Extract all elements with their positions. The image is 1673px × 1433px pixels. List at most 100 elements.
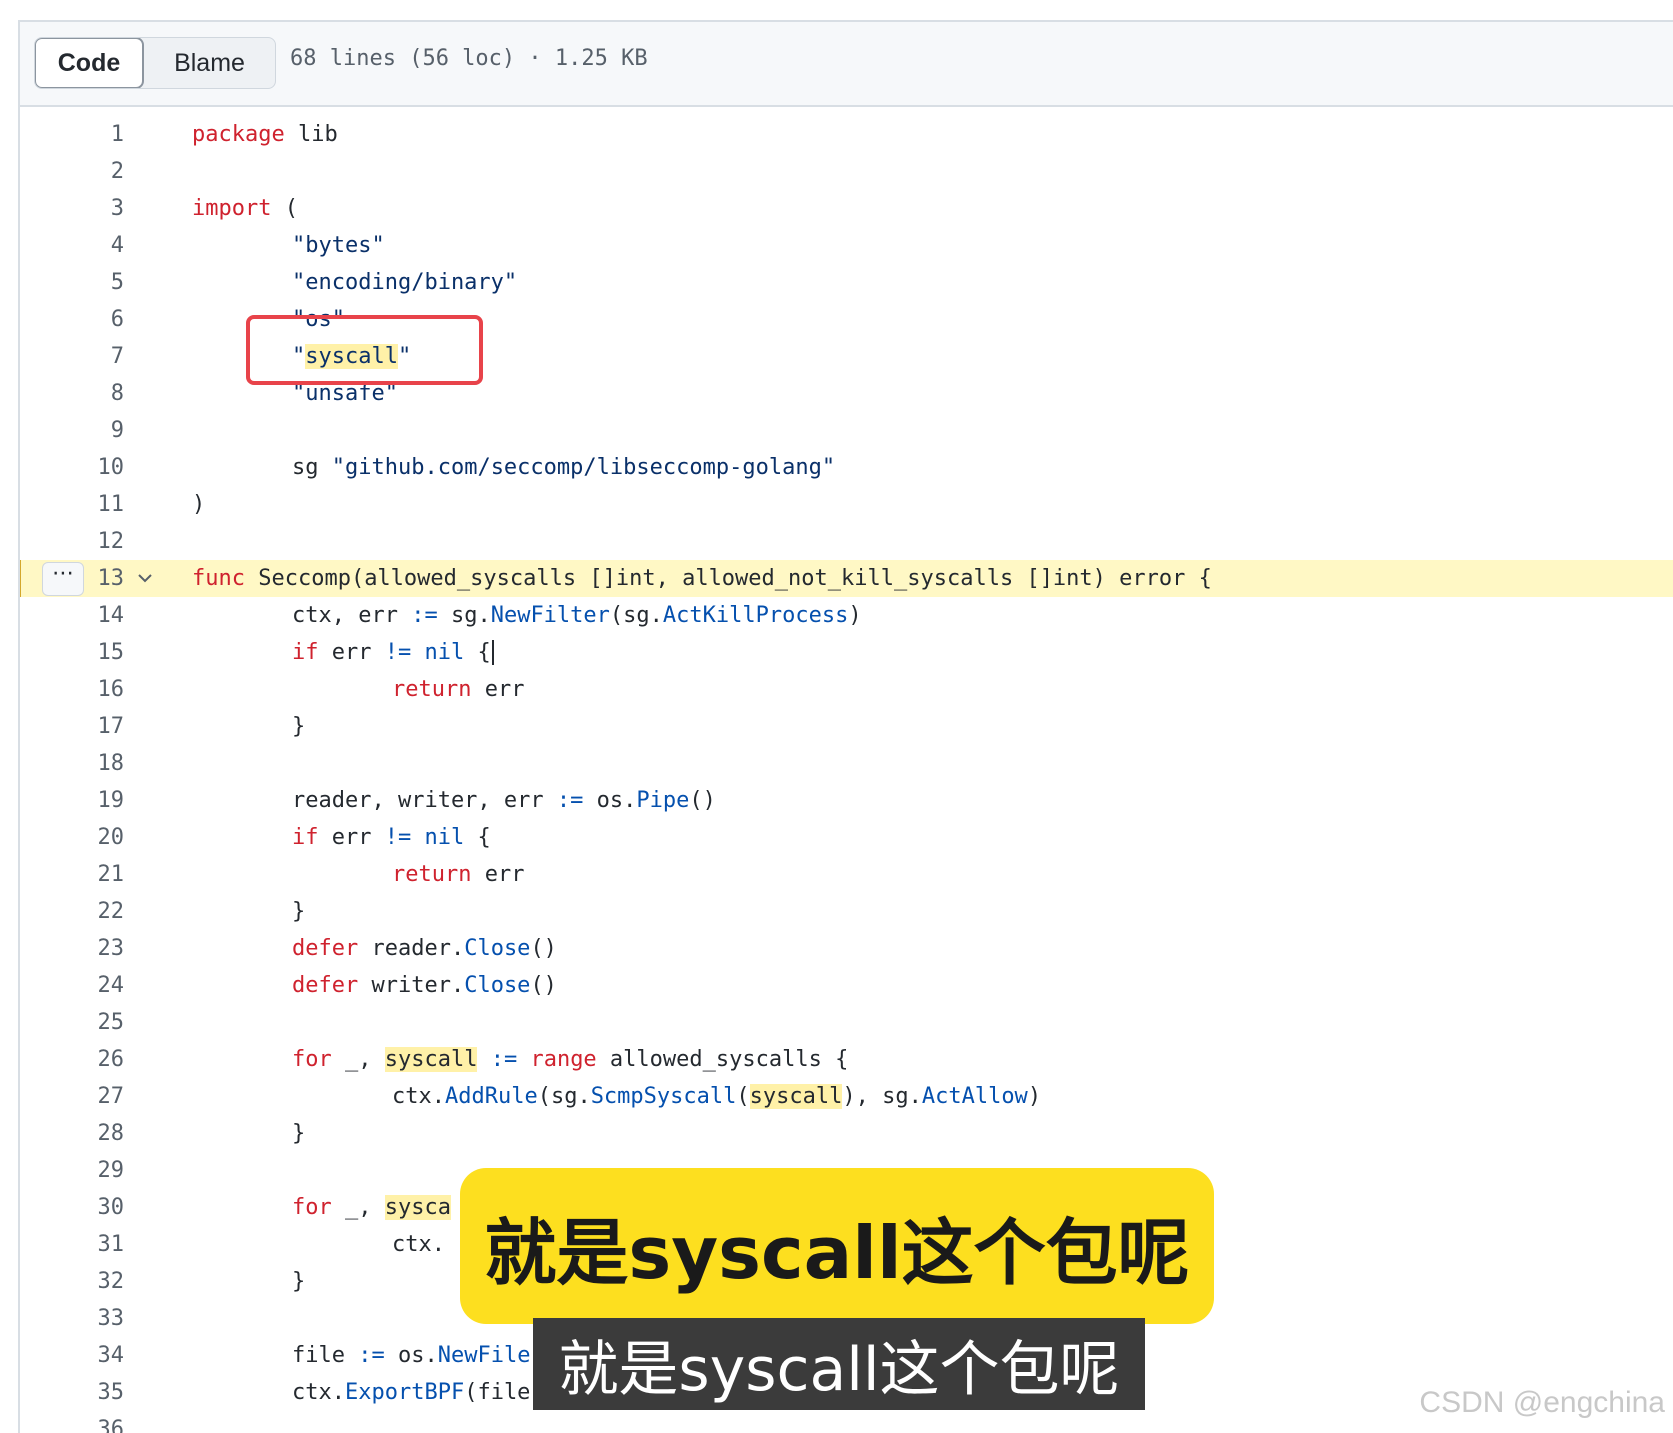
line-number[interactable]: 20	[60, 819, 125, 856]
code-token: ()	[530, 936, 557, 961]
code-line: 26 for _, syscall := range allowed_syscal…	[20, 1041, 1673, 1078]
code-line: 21 return err	[20, 856, 1673, 893]
code-token: os.	[384, 1343, 438, 1368]
code-text: reader, writer, err := os.Pipe()	[292, 782, 716, 819]
line-number[interactable]: 33	[60, 1300, 125, 1337]
code-token: (sg.	[537, 1084, 591, 1109]
line-number[interactable]: 11	[60, 486, 125, 523]
code-token: }	[292, 1269, 306, 1294]
code-text: return err	[392, 671, 524, 708]
code-token: _,	[331, 1195, 385, 1220]
code-token: ), sg.	[842, 1084, 922, 1109]
code-text: "encoding/binary"	[292, 264, 517, 301]
code-line: 17}	[20, 708, 1673, 745]
line-number[interactable]: 21	[60, 856, 125, 893]
line-number[interactable]: 5	[60, 264, 124, 301]
code-token: defer	[292, 973, 359, 998]
line-number[interactable]: 24	[60, 967, 125, 1004]
line-number[interactable]: 35	[60, 1374, 125, 1411]
line-number[interactable]: 3	[60, 190, 124, 227]
line-number[interactable]: 29	[60, 1152, 125, 1189]
file-toolbar: Code Blame 68 lines (56 loc) · 1.25 KB	[20, 22, 1673, 107]
line-number[interactable]: 28	[60, 1115, 125, 1152]
code-token: !=	[384, 825, 412, 850]
code-token: nil	[424, 640, 465, 665]
code-text: import (	[192, 190, 298, 227]
line-number[interactable]: 10	[60, 449, 125, 486]
code-text: ctx.	[392, 1226, 445, 1263]
code-token: (file)	[464, 1380, 544, 1405]
line-number[interactable]: 18	[60, 745, 125, 782]
code-token: syscall	[749, 1084, 843, 1109]
code-token: ScmpSyscall	[590, 1084, 737, 1109]
code-token: err	[471, 862, 525, 887]
code-token: ctx.	[392, 1084, 445, 1109]
line-number[interactable]: 4	[60, 227, 124, 264]
code-token: err	[318, 640, 385, 665]
text-cursor	[491, 640, 494, 665]
code-text: }	[292, 1263, 305, 1300]
code-token: file	[292, 1343, 359, 1368]
code-token: )	[1027, 1084, 1042, 1109]
line-number[interactable]: 31	[60, 1226, 125, 1263]
code-token: }	[292, 899, 306, 924]
line-number[interactable]: 34	[60, 1337, 125, 1374]
line-number[interactable]: 19	[60, 782, 125, 819]
code-text: "bytes"	[292, 227, 385, 264]
code-token: )	[192, 492, 206, 517]
code-text: defer reader.Close()	[292, 930, 557, 967]
line-number[interactable]: 25	[60, 1004, 125, 1041]
line-number[interactable]: 2	[60, 153, 124, 190]
file-info: 68 lines (56 loc) · 1.25 KB	[290, 46, 648, 71]
code-token: Close	[464, 973, 531, 998]
line-number[interactable]: 7	[60, 338, 124, 375]
line-number[interactable]: 27	[60, 1078, 125, 1115]
line-number[interactable]: 8	[60, 375, 124, 412]
line-number[interactable]: 30	[60, 1189, 125, 1226]
code-token: (sg.	[609, 603, 663, 628]
code-text: }	[292, 893, 305, 930]
code-token: ActKillProcess	[662, 603, 849, 628]
code-token: range	[530, 1047, 597, 1072]
code-token: ()	[689, 788, 716, 813]
code-line: 27 ctx.AddRule(sg.ScmpSyscall(syscall), s…	[20, 1078, 1673, 1115]
code-token: return	[392, 677, 472, 702]
line-number[interactable]: 14	[60, 597, 125, 634]
line-number[interactable]: 13	[60, 560, 125, 597]
code-text: if err != nil {	[292, 819, 491, 856]
code-text: ctx.ExportBPF(file)	[292, 1374, 544, 1411]
chevron-down-icon[interactable]	[136, 569, 154, 587]
code-token: NewFilter	[490, 603, 610, 628]
code-token: :=	[490, 1047, 518, 1072]
code-token: sg	[292, 455, 332, 480]
code-token: :=	[358, 1343, 385, 1368]
line-number[interactable]: 22	[60, 893, 125, 930]
line-number[interactable]: 1	[60, 116, 124, 153]
line-number[interactable]: 16	[60, 671, 125, 708]
line-number[interactable]: 15	[60, 634, 125, 671]
code-line: 19 reader, writer, err := os.Pipe()	[20, 782, 1673, 819]
line-number[interactable]: 9	[60, 412, 124, 449]
code-token: nil	[424, 825, 465, 850]
code-line: 25	[20, 1004, 1673, 1041]
code-token: if	[292, 640, 319, 665]
code-text: func Seccomp(allowed_syscalls []int, all…	[192, 560, 1212, 597]
code-token: ExportBPF	[344, 1380, 465, 1405]
code-token: :=	[411, 603, 438, 628]
code-token: :=	[556, 788, 584, 813]
code-text: return err	[392, 856, 524, 893]
code-line: 10 sg "github.com/seccomp/libseccomp-gola…	[20, 449, 1673, 486]
line-number[interactable]: 6	[60, 301, 124, 338]
line-number[interactable]: 36	[60, 1411, 125, 1433]
code-line: 11)	[20, 486, 1673, 523]
line-number[interactable]: 12	[60, 523, 125, 560]
blame-tab[interactable]: Blame	[144, 38, 275, 88]
code-tab[interactable]: Code	[35, 38, 144, 88]
line-number[interactable]: 26	[60, 1041, 125, 1078]
line-number[interactable]: 32	[60, 1263, 125, 1300]
annotation-box	[246, 315, 483, 385]
line-number[interactable]: 17	[60, 708, 125, 745]
line-number[interactable]: 23	[60, 930, 125, 967]
